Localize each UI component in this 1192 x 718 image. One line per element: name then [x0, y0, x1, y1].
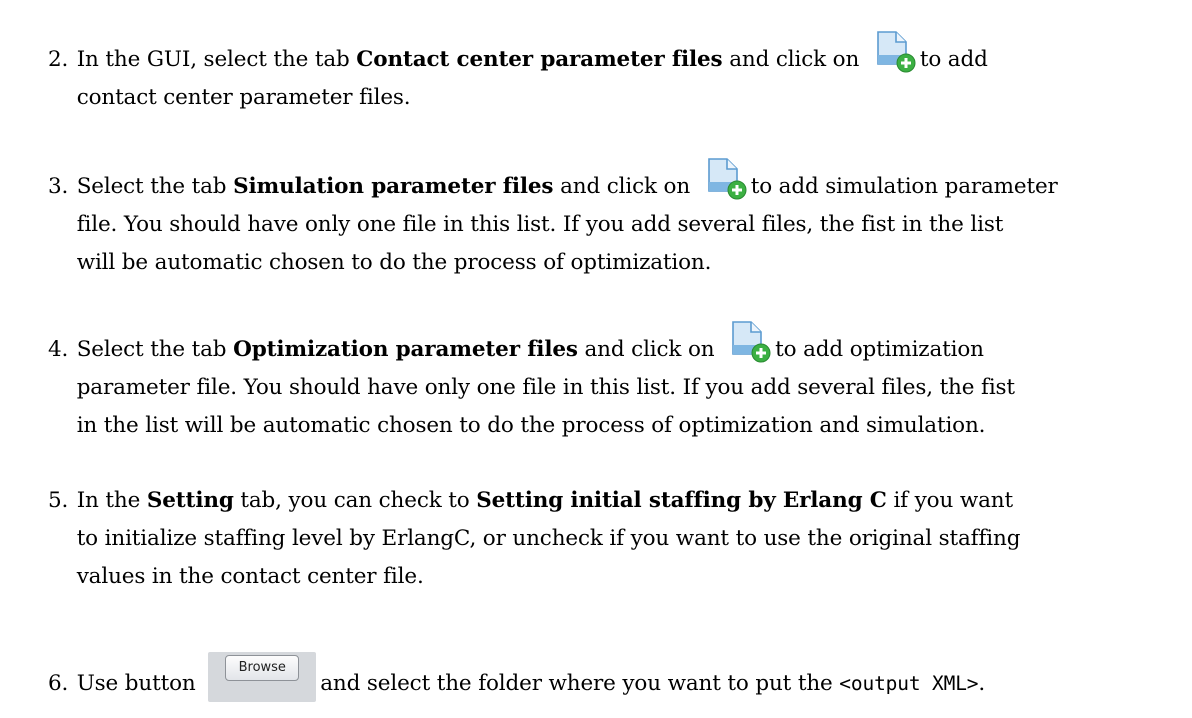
browse-button-label: Browse	[225, 655, 300, 681]
add-file-icon	[872, 30, 918, 76]
item-number: 4.	[48, 337, 69, 362]
option-name-erlang-c: Setting initial staffing by Erlang C	[476, 488, 887, 513]
item-number: 3.	[48, 174, 69, 199]
browse-button-image: Browse	[208, 652, 317, 702]
item-number: 5.	[48, 488, 69, 513]
list-item-4: 4. Select the tab Optimization parameter…	[48, 320, 1168, 445]
tab-name-optimization: Optimization parameter files	[233, 337, 578, 362]
output-xml-code: <output XML>	[839, 672, 979, 695]
add-file-icon	[727, 320, 773, 366]
list-item-3: 3. Select the tab Simulation parameter f…	[48, 157, 1168, 282]
item-number: 6.	[48, 671, 69, 696]
item-number: 2.	[48, 47, 69, 72]
add-file-icon	[703, 157, 749, 203]
list-item-2: 2. In the GUI, select the tab Contact ce…	[48, 30, 1168, 117]
list-item-6: 6. Use button Browse and select the folde…	[48, 652, 1168, 703]
list-item-5: 5. In the Setting tab, you can check to …	[48, 482, 1168, 596]
tab-name-setting: Setting	[146, 488, 234, 513]
tab-name-simulation: Simulation parameter files	[233, 174, 554, 199]
tab-name-contact-center: Contact center parameter files	[356, 47, 723, 72]
